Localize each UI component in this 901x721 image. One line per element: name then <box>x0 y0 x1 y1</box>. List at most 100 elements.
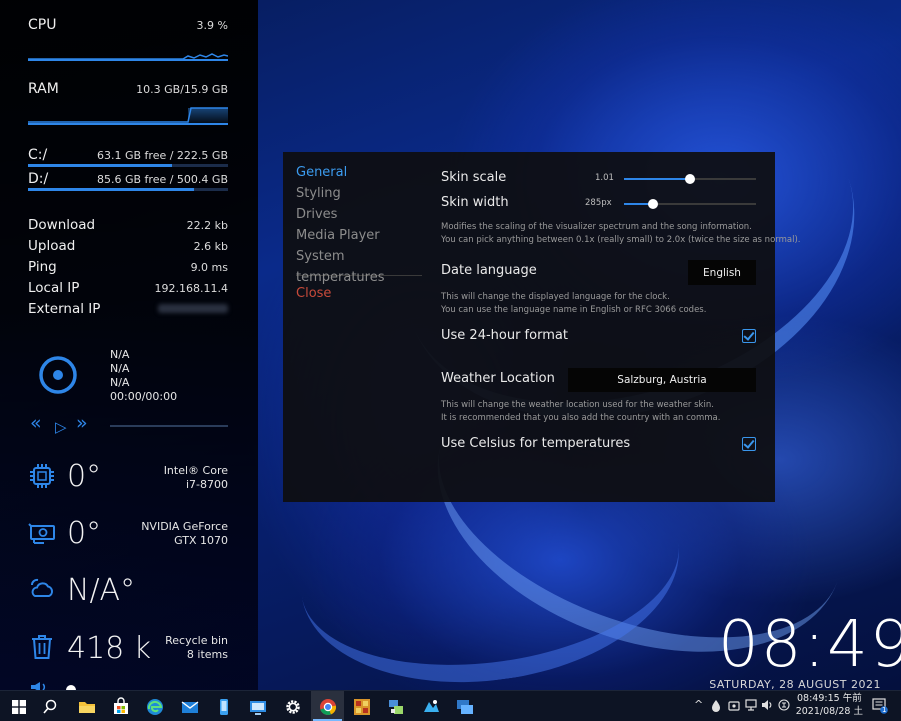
ping-row: Ping 9.0 ms <box>28 259 228 275</box>
media-title: N/A <box>110 362 130 375</box>
drive-c-row: C:/ 63.1 GB free / 222.5 GB <box>28 147 228 163</box>
edge-browser-icon[interactable] <box>145 697 165 717</box>
date-language-description: This will change the displayed language … <box>441 291 706 316</box>
settings-gear-icon[interactable] <box>283 697 303 717</box>
gpu-model: NVIDIA GeForce GTX 1070 <box>141 520 228 548</box>
weather-location-description-line2: It is recommended that you also add the … <box>441 412 721 423</box>
tray-drop-icon[interactable] <box>711 700 721 712</box>
cpu-model-line2: i7-8700 <box>185 478 228 491</box>
settings-nav: General Styling Drives Media Player Syst… <box>296 162 422 304</box>
cpu-value: 3.9 % <box>196 19 228 32</box>
desktop-clock: 08:49 <box>718 608 901 682</box>
mail-icon[interactable] <box>180 697 200 717</box>
celsius-checkbox[interactable] <box>742 437 756 451</box>
cpu-model: Intel® Core i7-8700 <box>164 464 228 492</box>
date-language-description-line1: This will change the displayed language … <box>441 292 670 302</box>
gpu-card-icon <box>28 523 55 544</box>
cpu-temperature: 0° <box>67 459 102 494</box>
external-ip-label: External IP <box>28 301 101 317</box>
drive-d-label: D:/ <box>28 171 49 187</box>
nav-drives[interactable]: Drives <box>296 204 422 225</box>
date-language-input[interactable]: English <box>688 260 756 285</box>
store-icon[interactable] <box>111 697 131 717</box>
tray-security-icon[interactable] <box>728 700 740 712</box>
skin-scale-description-line1: Modifies the scaling of the visualizer s… <box>441 222 752 232</box>
skin-scale-slider-knob[interactable] <box>685 174 695 184</box>
search-icon[interactable] <box>43 699 57 714</box>
skin-scale-value: 1.01 <box>595 173 614 183</box>
network-tool-icon[interactable] <box>386 697 406 717</box>
remote-desktop-icon[interactable] <box>248 697 268 717</box>
cpu-row: CPU 3.9 % <box>28 17 228 33</box>
skin-scale-description: Modifies the scaling of the visualizer s… <box>441 221 800 246</box>
celsius-label: Use Celsius for temperatures <box>441 436 631 451</box>
recycle-bin-info: Recycle bin 8 items <box>165 634 228 662</box>
previous-track-button[interactable]: « <box>30 412 42 434</box>
external-ip-value-blurred <box>158 304 228 313</box>
drive-d-usage-bar <box>28 188 228 191</box>
drive-d-usage-fill <box>28 188 194 191</box>
nav-media-player[interactable]: Media Player <box>296 225 422 246</box>
weather-location-description: This will change the weather location us… <box>441 399 720 424</box>
tray-overflow-chevron[interactable]: ^ <box>694 698 703 711</box>
local-ip-label: Local IP <box>28 280 80 296</box>
media-seek-bar[interactable] <box>110 425 228 427</box>
gpu-temperature: 0° <box>67 516 102 551</box>
taskbar-clock[interactable]: 08:49:15 午前 2021/08/28 土 <box>796 693 863 718</box>
local-ip-row: Local IP 192.168.11.4 <box>28 280 228 296</box>
notification-count: 1 <box>882 706 887 714</box>
nav-styling[interactable]: Styling <box>296 183 422 204</box>
drive-c-label: C:/ <box>28 147 48 163</box>
close-button[interactable]: Close <box>296 286 331 301</box>
play-button[interactable]: ▷ <box>55 418 67 436</box>
date-language-label: Date language <box>441 263 537 278</box>
tray-volume-icon[interactable] <box>761 699 773 711</box>
weather-temperature: N/A° <box>67 573 136 608</box>
skin-width-slider-knob[interactable] <box>648 199 659 209</box>
drive-c-usage-fill <box>28 164 172 167</box>
game-app-icon[interactable] <box>352 697 372 717</box>
ram-row: RAM 10.3 GB/15.9 GB <box>28 81 228 97</box>
download-value: 22.2 kb <box>186 219 228 232</box>
media-artist: N/A <box>110 348 130 361</box>
file-explorer-icon[interactable] <box>77 697 97 717</box>
tray-ime-icon[interactable] <box>778 699 790 711</box>
download-label: Download <box>28 217 96 233</box>
nav-system-temperatures[interactable]: System temperatures <box>296 246 422 285</box>
music-disc-icon[interactable] <box>38 355 78 395</box>
taskbar-date: 2021/08/28 土 <box>795 705 863 717</box>
weather-location-input[interactable]: Salzburg, Austria <box>568 368 756 392</box>
ram-value: 10.3 GB/15.9 GB <box>136 83 228 96</box>
system-monitor-sidebar: CPU 3.9 % RAM 10.3 GB/15.9 GB C:/ 63.1 G… <box>0 0 258 695</box>
skin-width-slider[interactable] <box>624 199 756 209</box>
tray-network-icon[interactable] <box>745 699 757 711</box>
recycle-bin-count: 8 items <box>186 648 228 661</box>
paint-app-icon[interactable] <box>421 697 441 717</box>
hour24-checkbox[interactable] <box>742 329 756 343</box>
gpu-model-line2: GTX 1070 <box>174 534 228 547</box>
ram-label: RAM <box>28 81 59 97</box>
media-info: N/A N/A N/A 00:00/00:00 <box>110 348 177 404</box>
phone-app-icon[interactable] <box>214 697 234 717</box>
cpu-model-line1: Intel® Core <box>163 464 228 477</box>
external-ip-row: External IP <box>28 301 228 317</box>
trash-icon[interactable] <box>31 634 53 660</box>
taskbar: ^ 08:49:15 午前 2021/08/28 土 1 <box>0 690 901 721</box>
skin-scale-slider[interactable] <box>624 174 756 184</box>
chrome-browser-icon[interactable] <box>318 697 338 717</box>
nav-general[interactable]: General <box>296 162 422 183</box>
skin-width-label: Skin width <box>441 195 509 210</box>
skin-width-value: 285px <box>585 198 612 208</box>
taskbar-time: 08:49:15 午前 <box>797 693 862 704</box>
weather-location-description-line1: This will change the weather location us… <box>441 400 714 410</box>
cpu-graph <box>28 53 228 61</box>
windows-start-icon[interactable] <box>12 700 26 714</box>
window-manager-icon[interactable] <box>455 697 475 717</box>
cpu-chip-icon <box>30 464 54 488</box>
next-track-button[interactable]: » <box>76 412 88 434</box>
weather-location-label: Weather Location <box>441 371 555 386</box>
hour24-label: Use 24-hour format <box>441 328 568 343</box>
upload-label: Upload <box>28 238 76 254</box>
date-language-description-line2: You can use the language name in English… <box>441 304 707 315</box>
upload-row: Upload 2.6 kb <box>28 238 228 254</box>
